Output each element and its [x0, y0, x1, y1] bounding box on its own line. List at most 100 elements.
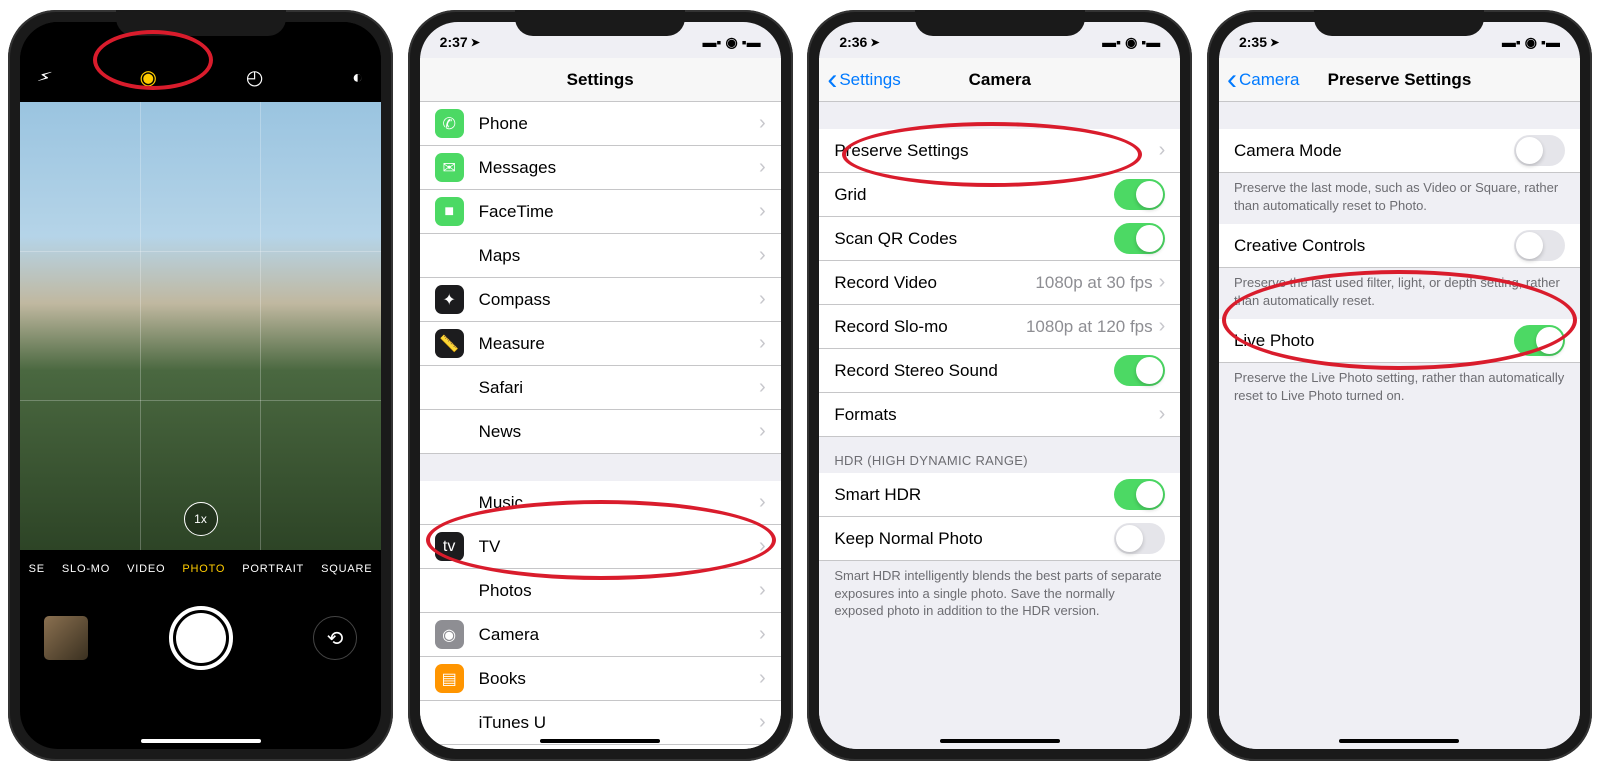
- live-photo-icon[interactable]: ◉: [140, 65, 157, 90]
- chevron-icon: [759, 667, 766, 690]
- settings-row-maps[interactable]: ⬆Maps: [420, 234, 781, 278]
- battery-icon: ▪▬: [742, 34, 761, 50]
- settings-row-phone[interactable]: ✆Phone: [420, 102, 781, 146]
- chevron-icon: [759, 332, 766, 355]
- chevron-icon: [1159, 403, 1166, 426]
- safari-icon: ⊕: [435, 373, 464, 402]
- signal-icon: ▬▪: [703, 34, 722, 50]
- flip-camera-button[interactable]: ⟲: [313, 616, 357, 660]
- row-label: Measure: [479, 334, 759, 354]
- news-icon: N: [435, 417, 464, 446]
- switch[interactable]: [1114, 479, 1165, 510]
- camera-row-record-stereo-sound[interactable]: Record Stereo Sound: [819, 349, 1180, 393]
- mode-slo-mo[interactable]: SLO-MO: [62, 563, 110, 575]
- row-label: Creative Controls: [1234, 236, 1514, 256]
- settings-row-photos[interactable]: ✿Photos: [420, 569, 781, 613]
- ft-icon: ■: [435, 197, 464, 226]
- settings-row-news[interactable]: NNews: [420, 410, 781, 454]
- row-label: Smart HDR: [834, 485, 1114, 505]
- row-label: Safari: [479, 378, 759, 398]
- location-icon: ➤: [1270, 36, 1279, 49]
- camera-row-record-video[interactable]: Record Video1080p at 30 fps: [819, 261, 1180, 305]
- maps-icon: ⬆: [435, 241, 464, 270]
- back-button[interactable]: Settings: [827, 70, 900, 90]
- settings-row-compass[interactable]: ✦Compass: [420, 278, 781, 322]
- battery-icon: ▪▬: [1541, 34, 1560, 50]
- switch[interactable]: [1114, 223, 1165, 254]
- settings-row-camera[interactable]: ◉Camera: [420, 613, 781, 657]
- filters-icon[interactable]: ◐: [352, 67, 363, 88]
- tv-icon: tv: [435, 532, 464, 561]
- mode-square[interactable]: SQUARE: [321, 563, 372, 575]
- camera-settings-list[interactable]: Preserve SettingsGrid Scan QR Codes Record…: [819, 102, 1180, 749]
- settings-row-safari[interactable]: ⊕ Safari: [420, 366, 781, 410]
- hdr-row-keep-normal-photo[interactable]: Keep Normal Photo: [819, 517, 1180, 561]
- settings-row-music[interactable]: ♪Music: [420, 481, 781, 525]
- msg-icon: ✉: [435, 153, 464, 182]
- compass-icon: ✦: [435, 285, 464, 314]
- switch[interactable]: [1514, 135, 1565, 166]
- status-time: 2:36: [839, 34, 867, 50]
- home-indicator[interactable]: [1339, 739, 1459, 743]
- notch: [515, 10, 685, 36]
- phone-icon: ✆: [435, 109, 464, 138]
- viewfinder[interactable]: 1x: [20, 102, 381, 550]
- flash-icon[interactable]: ⚡︎: [35, 65, 54, 89]
- camera-row-preserve-settings[interactable]: Preserve Settings: [819, 129, 1180, 173]
- hdr-row-smart-hdr[interactable]: Smart HDR: [819, 473, 1180, 517]
- timer-icon[interactable]: ◴: [246, 65, 263, 90]
- shutter-button[interactable]: [169, 606, 233, 670]
- mode-se[interactable]: SE: [29, 563, 45, 575]
- mode-portrait[interactable]: PORTRAIT: [242, 563, 304, 575]
- preserve-row-live-photo[interactable]: Live Photo: [1219, 319, 1580, 363]
- hdr-header: HDR (HIGH DYNAMIC RANGE): [819, 437, 1180, 473]
- hdr-footer: Smart HDR intelligently blends the best …: [819, 561, 1180, 630]
- settings-row-tv[interactable]: tv TV: [420, 525, 781, 569]
- back-button[interactable]: Camera: [1227, 70, 1299, 90]
- switch[interactable]: [1114, 523, 1165, 554]
- zoom-button[interactable]: 1x: [184, 502, 218, 536]
- camera-row-scan-qr-codes[interactable]: Scan QR Codes: [819, 217, 1180, 261]
- settings-row-books[interactable]: ▤Books: [420, 657, 781, 701]
- preserve-row-camera-mode[interactable]: Camera Mode: [1219, 129, 1580, 173]
- switch[interactable]: [1114, 355, 1165, 386]
- camera-row-grid[interactable]: Grid: [819, 173, 1180, 217]
- row-label: Camera Mode: [1234, 141, 1514, 161]
- mode-video[interactable]: VIDEO: [127, 563, 165, 575]
- home-indicator[interactable]: [940, 739, 1060, 743]
- chevron-icon: [759, 711, 766, 734]
- settings-list[interactable]: ✆Phone✉Messages■FaceTime⬆Maps✦Compass 📏 Me…: [420, 102, 781, 749]
- chevron-icon: [759, 623, 766, 646]
- location-icon: ➤: [870, 36, 879, 49]
- preserve-settings-list[interactable]: Camera ModePreserve the last mode, such …: [1219, 102, 1580, 749]
- row-label: TV: [479, 537, 759, 557]
- phone-camera-settings: 2:36➤ ▬▪◉▪▬ Settings Camera Preserve Set…: [807, 10, 1192, 761]
- phone-camera: ⚡︎ ◉ ◴ ◐ 1x SE SLO-MO VIDEO PHOTO PORTRAIT SQ…: [8, 10, 393, 761]
- status-time: 2:35: [1239, 34, 1267, 50]
- measure-icon: 📏: [435, 329, 464, 358]
- camera-row-formats[interactable]: Formats: [819, 393, 1180, 437]
- row-label: Formats: [834, 405, 1158, 425]
- signal-icon: ▬▪: [1502, 34, 1521, 50]
- settings-row-messages[interactable]: ✉Messages: [420, 146, 781, 190]
- mode-photo[interactable]: PHOTO: [182, 563, 225, 575]
- switch[interactable]: [1114, 179, 1165, 210]
- settings-row-facetime[interactable]: ■FaceTime: [420, 190, 781, 234]
- chevron-icon: [759, 112, 766, 135]
- home-indicator[interactable]: [141, 739, 261, 743]
- chevron-icon: [1159, 315, 1166, 338]
- camera-modes[interactable]: SE SLO-MO VIDEO PHOTO PORTRAIT SQUARE: [20, 550, 381, 588]
- last-photo-thumbnail[interactable]: [44, 616, 88, 660]
- switch[interactable]: [1514, 230, 1565, 261]
- settings-row-measure[interactable]: 📏 Measure: [420, 322, 781, 366]
- row-label: Photos: [479, 581, 759, 601]
- row-label: Scan QR Codes: [834, 229, 1114, 249]
- wifi-icon: ◉: [725, 34, 737, 51]
- home-indicator[interactable]: [540, 739, 660, 743]
- notch: [116, 10, 286, 36]
- settings-row-game-center[interactable]: ◉Game Center: [420, 745, 781, 749]
- preserve-row-creative-controls[interactable]: Creative Controls: [1219, 224, 1580, 268]
- camera-row-record-slo-mo[interactable]: Record Slo-mo1080p at 120 fps: [819, 305, 1180, 349]
- switch[interactable]: [1514, 325, 1565, 356]
- row-label: Keep Normal Photo: [834, 529, 1114, 549]
